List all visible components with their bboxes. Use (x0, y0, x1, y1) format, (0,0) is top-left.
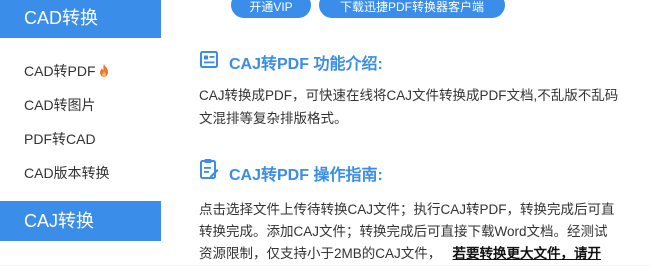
guide-line-3-text: 资源限制，仅支持小于2MB的CAJ文件， (199, 246, 442, 261)
sidebar-item-cad-version[interactable]: CAD版本转换 (24, 163, 110, 183)
intro-line-2: 文混排等复杂排版格式。 (199, 111, 348, 126)
sidebar-item-pdf-to-cad[interactable]: PDF转CAD (24, 129, 96, 149)
sidebar-item-label: CAD转PDF (24, 63, 96, 79)
sidebar-item-label: PDF转CAD (24, 131, 96, 147)
sidebar: CAD转换 CAD转PDF CAD转图片 PDF转CAD CAD版本转换 CAJ… (0, 0, 161, 265)
sidebar-item-cad-to-pdf[interactable]: CAD转PDF (24, 61, 109, 81)
open-vip-button[interactable]: 开通VIP (231, 0, 311, 18)
guide-line-3: 资源限制，仅支持小于2MB的CAJ文件， 若要转换更大文件，请开 (199, 242, 601, 266)
sidebar-header-caj[interactable]: CAJ转换 (0, 201, 161, 241)
guide-title: CAJ转PDF 操作指南: (229, 167, 383, 184)
guide-heading: CAJ转PDF 操作指南: (199, 158, 639, 185)
upgrade-link[interactable]: 若要转换更大文件，请开 (453, 246, 602, 261)
sidebar-item-label: CAD版本转换 (24, 165, 110, 181)
intro-heading: CAJ转PDF 功能介绍: (199, 48, 639, 75)
sidebar-item-label: CAD转图片 (24, 97, 96, 113)
sidebar-item-cad-to-image[interactable]: CAD转图片 (24, 95, 96, 115)
main-content: 开通VIP 下载迅捷PDF转换器客户端 CAJ转PDF 功能介绍: CAJ转换成… (161, 0, 651, 265)
intro-line-1: CAJ转换成PDF，可快速在线将CAJ文件转换成PDF文档,不乱版不乱码 (199, 88, 619, 103)
guide-line-2: 转换完成。添加CAJ文件；转换完成后可直接下载Word文档。经测试 (199, 224, 608, 239)
flame-icon (99, 64, 109, 80)
download-client-button[interactable]: 下载迅捷PDF转换器客户端 (319, 0, 505, 18)
guide-line-1: 点击选择文件上传待转换CAJ文件；执行CAJ转PDF，转换完成后可直 (199, 202, 615, 217)
document-icon (199, 50, 219, 75)
clipboard-edit-icon (199, 158, 219, 185)
sidebar-header-cad[interactable]: CAD转换 (0, 0, 161, 38)
intro-title: CAJ转PDF 功能介绍: (229, 56, 383, 73)
